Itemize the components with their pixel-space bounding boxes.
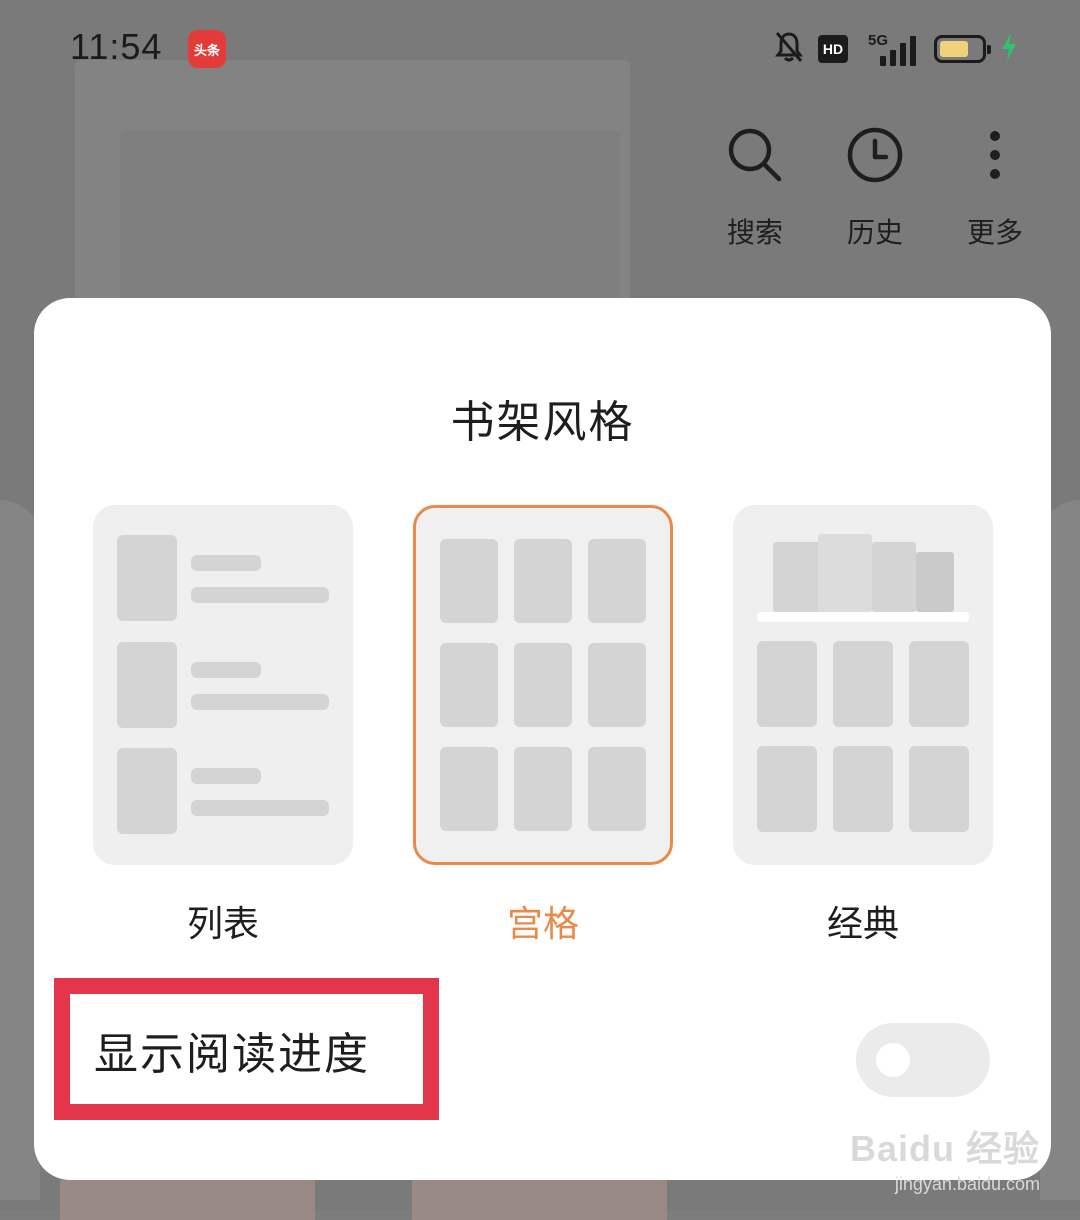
- bell-muted-icon: [774, 30, 804, 68]
- style-option-list-label: 列表: [186, 904, 259, 945]
- status-bar: 11:54 头条 HD 5G: [0, 0, 1080, 95]
- search-button[interactable]: 搜索: [725, 125, 785, 251]
- reading-progress-toggle[interactable]: [856, 1023, 990, 1097]
- style-option-list[interactable]: 列表: [93, 505, 353, 947]
- status-icons: HD 5G: [774, 30, 1018, 68]
- style-option-grid[interactable]: 宫格: [413, 505, 673, 947]
- classic-layout-preview: [733, 505, 993, 865]
- grid-layout-preview: [413, 505, 673, 865]
- style-option-classic[interactable]: 经典: [733, 505, 993, 947]
- bookshelf-style-dialog: 书架风格 列表 宫格 经典 显示阅读进度: [34, 298, 1051, 1180]
- charging-icon: [1000, 32, 1018, 66]
- search-icon: [725, 125, 785, 185]
- network-label: 5G: [868, 32, 889, 49]
- clock-icon: [845, 125, 905, 185]
- status-time: 11:54: [70, 26, 163, 67]
- reading-progress-label: 显示阅读进度: [94, 1029, 370, 1080]
- reading-progress-row: 显示阅读进度: [34, 978, 1051, 1128]
- search-label: 搜索: [726, 216, 783, 249]
- toutiao-app-icon: 头条: [188, 30, 226, 68]
- top-actions: 搜索 历史 更多: [725, 125, 1025, 251]
- style-option-grid-label: 宫格: [506, 904, 579, 945]
- style-option-classic-label: 经典: [826, 904, 899, 945]
- signal-icon: 5G: [862, 32, 920, 66]
- more-button[interactable]: 更多: [965, 125, 1025, 251]
- watermark-main: Baidu 经验: [849, 1128, 1040, 1169]
- history-label: 历史: [846, 216, 903, 249]
- battery-icon: [934, 35, 991, 63]
- background-book-cover: [412, 1180, 667, 1220]
- more-vertical-icon: [965, 125, 1025, 185]
- dialog-title: 书架风格: [450, 397, 635, 448]
- hd-icon: HD: [818, 35, 848, 63]
- more-label: 更多: [966, 216, 1023, 249]
- watermark-url: jingyan.baidu.com: [894, 1174, 1040, 1194]
- background-book-cover: [60, 1180, 315, 1220]
- toggle-knob: [876, 1043, 910, 1077]
- list-layout-preview: [93, 505, 353, 865]
- baidu-jingyan-watermark: Baidu 经验 jingyan.baidu.com: [850, 1120, 1040, 1195]
- history-button[interactable]: 历史: [845, 125, 905, 251]
